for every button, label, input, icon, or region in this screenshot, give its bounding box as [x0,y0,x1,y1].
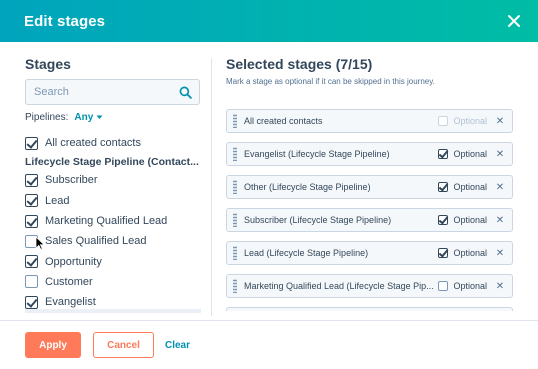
selected-stage-name: All created contacts [244,116,323,126]
selected-stage-item[interactable]: Lead (Lifecycle Stage Pipeline) Optional… [226,241,513,265]
checkbox-opportunity[interactable] [25,255,38,269]
checkbox-subscriber[interactable] [25,173,38,187]
selected-stage-name: Lead (Lifecycle Stage Pipeline) [244,248,369,258]
close-icon[interactable] [504,11,524,31]
option-label: Lead [45,194,70,207]
selected-stage-item[interactable] [226,307,513,311]
selected-stage-name: Other (Lifecycle Stage Pipeline) [244,182,371,192]
option-sales-qualified-lead[interactable]: Sales Qualified Lead [25,231,201,251]
stages-title: Stages [25,56,71,72]
selected-stage-name: Subscriber (Lifecycle Stage Pipeline) [244,215,392,225]
search-box [25,79,200,105]
selected-stage-name: Evangelist (Lifecycle Stage Pipeline) [244,149,390,159]
apply-button[interactable]: Apply [25,332,81,358]
pipelines-filter: Pipelines: Any [25,112,201,123]
option-all-created-contacts[interactable]: All created contacts [25,133,201,153]
option-label: Subscriber [45,174,98,187]
cancel-button[interactable]: Cancel [93,332,154,358]
optional-checkbox[interactable] [438,281,449,291]
drag-handle-icon[interactable] [233,180,237,194]
optional-toggle[interactable]: Optional [438,281,487,291]
option-label: Customer [45,275,93,288]
optional-toggle[interactable]: Optional [438,182,487,192]
optional-checkbox[interactable] [438,149,449,159]
pipelines-value: Any [74,112,94,123]
remove-icon[interactable]: ✕ [493,215,507,226]
clear-link[interactable]: Clear [165,340,190,351]
optional-checkbox[interactable] [438,215,449,225]
stage-options-list[interactable]: All created contacts Lifecycle Stage Pip… [25,133,201,313]
selected-stage-item[interactable]: Evangelist (Lifecycle Stage Pipeline) Op… [226,142,513,166]
optional-hint: Mark a stage as optional if it can be sk… [226,77,435,86]
option-subscriber[interactable]: Subscriber [25,170,201,190]
option-label: Evangelist [45,296,96,309]
pipelines-label: Pipelines: [25,112,69,123]
remove-icon[interactable]: ✕ [493,281,507,292]
pipelines-dropdown[interactable]: Any [74,112,103,123]
drag-handle-icon[interactable] [233,279,237,293]
optional-label: Optional [453,149,487,159]
checkbox-marketing-qualified-lead[interactable] [25,214,38,228]
optional-label: Optional [453,182,487,192]
selected-stages-title: Selected stages (7/15) [226,56,373,72]
option-label: Marketing Qualified Lead [45,215,168,228]
remove-icon[interactable]: ✕ [493,116,507,127]
option-opportunity[interactable]: Opportunity [25,251,201,271]
selected-stage-item[interactable]: Marketing Qualified Lead (Lifecycle Stag… [226,274,513,298]
option-label: All created contacts [45,137,141,150]
checkbox-lead[interactable] [25,194,38,208]
optional-checkbox[interactable] [438,182,449,192]
option-marketing-qualified-lead[interactable]: Marketing Qualified Lead [25,211,201,231]
column-divider [211,58,212,316]
option-customer[interactable]: Customer [25,272,201,292]
modal-header: Edit stages [0,0,538,42]
drag-handle-icon[interactable] [233,114,237,128]
selected-stage-item[interactable]: All created contacts Optional ✕ [226,109,513,133]
drag-handle-icon[interactable] [233,246,237,260]
selected-stage-name: Marketing Qualified Lead (Lifecycle Stag… [244,281,434,291]
selected-stages-panel: Selected stages (7/15) Mark a stage as o… [226,56,512,86]
optional-toggle: Optional [438,116,487,126]
remove-icon[interactable]: ✕ [493,182,507,193]
drag-handle-icon[interactable] [233,213,237,227]
option-lead[interactable]: Lead [25,191,201,211]
remove-icon[interactable]: ✕ [493,149,507,160]
optional-toggle[interactable]: Optional [438,248,487,258]
selected-stages-list[interactable]: All created contacts Optional ✕ Evangeli… [226,109,513,311]
drag-handle-icon[interactable] [233,147,237,161]
optional-toggle[interactable]: Optional [438,149,487,159]
optional-toggle[interactable]: Optional [438,215,487,225]
selected-stage-item[interactable]: Subscriber (Lifecycle Stage Pipeline) Op… [226,208,513,232]
search-icon[interactable] [179,86,192,99]
optional-checkbox[interactable] [438,248,449,258]
list-scroll-edge [25,309,201,313]
chevron-down-icon [96,115,103,119]
optional-label: Optional [453,215,487,225]
search-input[interactable] [26,80,199,104]
optional-label: Optional [453,248,487,258]
pipeline-group-label: Lifecycle Stage Pipeline (Contact... [25,155,199,168]
checkbox-all-created-contacts[interactable] [25,136,38,150]
option-label: Opportunity [45,255,102,268]
checkbox-customer[interactable] [25,275,38,289]
mouse-pointer-icon [35,236,45,250]
modal-title: Edit stages [24,12,106,30]
optional-checkbox [438,116,449,126]
option-label: Sales Qualified Lead [45,235,147,248]
checkbox-evangelist[interactable] [25,295,38,309]
selected-stage-item[interactable]: Other (Lifecycle Stage Pipeline) Optiona… [226,175,513,199]
optional-label: Optional [453,116,487,126]
stages-panel: Stages Pipelines: Any [25,56,201,123]
optional-label: Optional [453,281,487,291]
remove-icon[interactable]: ✕ [493,248,507,259]
modal-footer: Apply Cancel Clear [0,320,538,369]
